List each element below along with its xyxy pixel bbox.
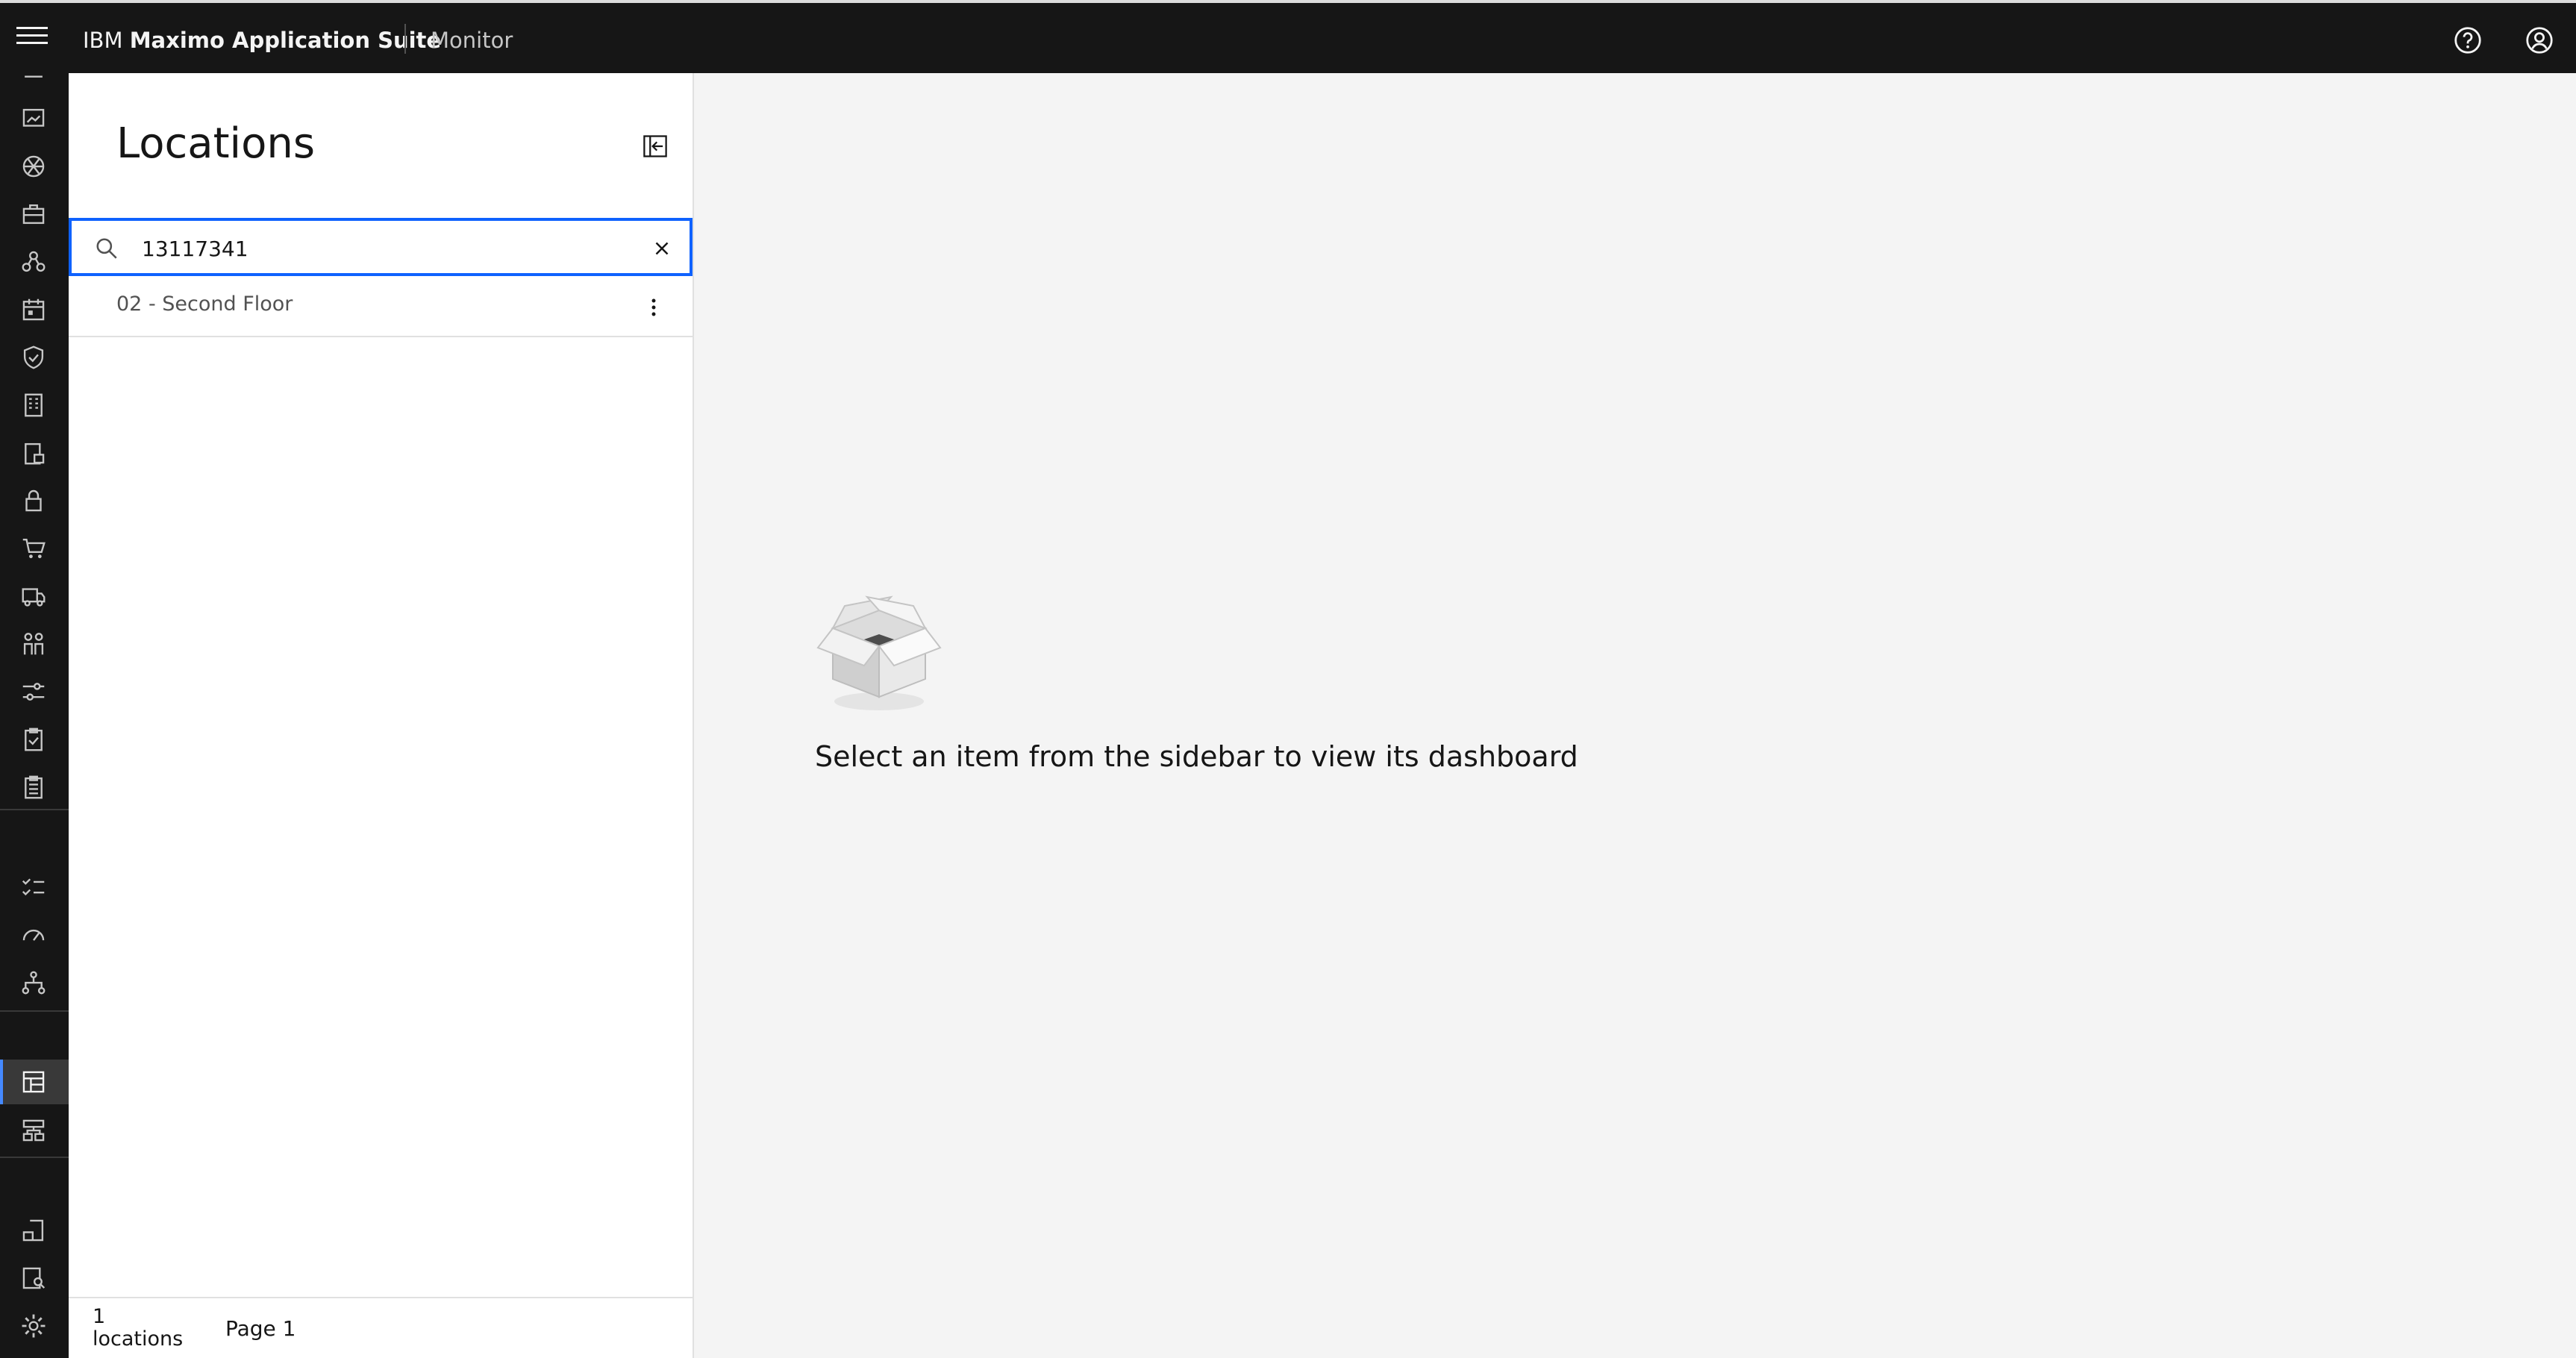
search-doc-icon[interactable]: [19, 1264, 48, 1292]
rail-divider: [0, 1157, 69, 1158]
shield-check-icon[interactable]: [19, 343, 48, 372]
location-list-item[interactable]: 02 - Second Floor: [69, 278, 693, 337]
rail-divider: [0, 809, 69, 810]
truck-icon[interactable]: [19, 582, 48, 610]
cart-icon[interactable]: [19, 534, 48, 563]
building-icon[interactable]: [19, 391, 48, 419]
brand-prefix: IBM: [83, 28, 123, 53]
aperture-icon[interactable]: [19, 152, 48, 181]
doc-icon[interactable]: [19, 64, 48, 93]
network-icon[interactable]: [19, 248, 48, 276]
help-icon[interactable]: [2453, 25, 2483, 55]
gear-icon[interactable]: [19, 1312, 48, 1340]
location-count-unit: locations: [93, 1327, 184, 1351]
header-divider: [404, 24, 406, 54]
sidebar-title: Locations: [116, 119, 316, 168]
clipboard-list-icon[interactable]: [19, 773, 48, 801]
dashboard-area: Select an item from the sidebar to view …: [694, 73, 2576, 1358]
search-box: [69, 218, 693, 276]
top-header: IBM Maximo Application Suite Monitor: [0, 0, 2576, 73]
location-item-label: 02 - Second Floor: [116, 292, 293, 316]
nav-rail: [0, 73, 69, 1358]
empty-box-icon: [816, 595, 942, 710]
report-icon[interactable]: [19, 1216, 48, 1245]
dashboard-grid-icon[interactable]: [19, 1068, 48, 1096]
media-icon[interactable]: [19, 104, 48, 133]
hamburger-menu-icon[interactable]: [16, 27, 48, 49]
clear-search-icon[interactable]: [651, 237, 673, 260]
lock-icon[interactable]: [19, 486, 48, 515]
calendar-icon[interactable]: [19, 295, 48, 324]
search-icon: [96, 238, 117, 259]
clipboard-check-icon[interactable]: [19, 725, 48, 754]
page-indicator: Page 1: [225, 1316, 296, 1341]
collapse-sidebar-icon[interactable]: [642, 133, 669, 160]
toolbox-icon[interactable]: [19, 200, 48, 228]
brand-title[interactable]: IBM Maximo Application Suite: [83, 25, 441, 55]
brand-name: Maximo Application Suite: [129, 28, 442, 53]
clipboard-lock-icon[interactable]: [19, 439, 48, 467]
data-structure-icon[interactable]: [19, 1116, 48, 1145]
app-name: Monitor: [431, 28, 513, 53]
overflow-menu-icon[interactable]: [640, 292, 667, 322]
search-input[interactable]: [140, 230, 621, 267]
location-count: 1 locations: [93, 1306, 197, 1351]
locations-sidebar: Locations 02 - Second Floor 1 locations …: [69, 73, 694, 1358]
hierarchy-icon[interactable]: [19, 969, 48, 997]
user-profile-icon[interactable]: [2525, 25, 2554, 55]
task-list-icon[interactable]: [19, 873, 48, 901]
sidebar-footer: 1 locations Page 1: [69, 1297, 693, 1358]
settings-adjust-icon[interactable]: [19, 678, 48, 706]
rail-divider: [0, 1010, 69, 1012]
people-icon[interactable]: [19, 630, 48, 658]
location-count-value: 1: [93, 1305, 106, 1328]
empty-state-message: Select an item from the sidebar to view …: [815, 740, 1578, 773]
gauge-icon[interactable]: [19, 921, 48, 949]
